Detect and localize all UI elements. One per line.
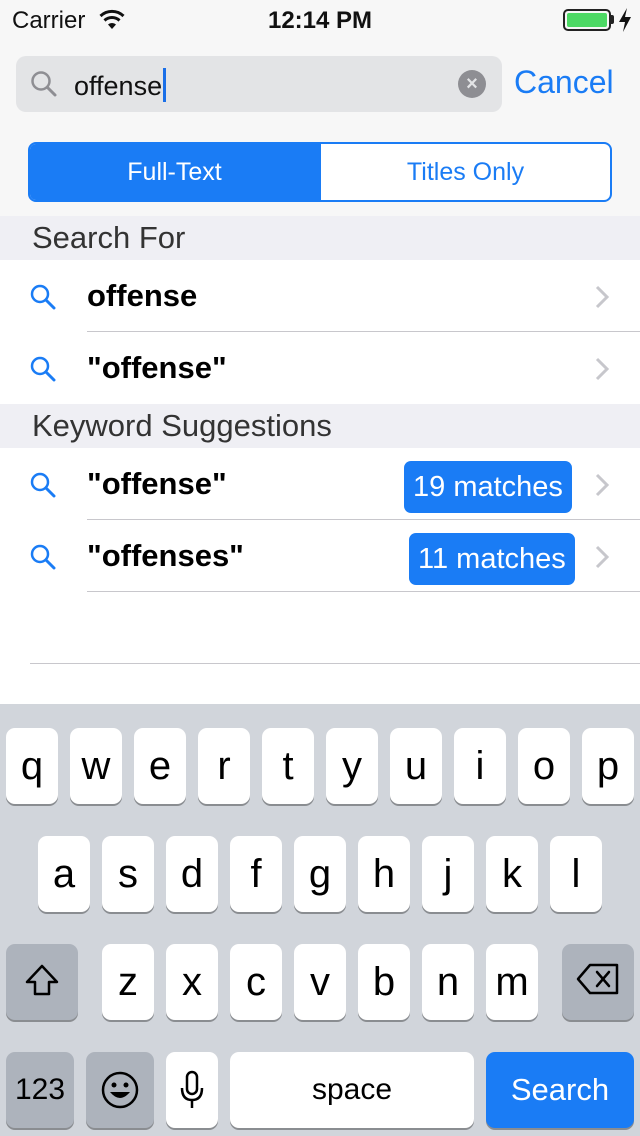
key-o[interactable]: o [518, 728, 570, 804]
list-item-label: "offense" [87, 350, 227, 385]
match-count-badge: 19 matches [404, 461, 572, 513]
clear-icon[interactable]: × [458, 70, 486, 98]
match-count-badge: 11 matches [409, 533, 575, 585]
key-x[interactable]: x [166, 944, 218, 1020]
key-h[interactable]: h [358, 836, 410, 912]
key-s[interactable]: s [102, 836, 154, 912]
search-field[interactable]: offense × [16, 56, 502, 112]
search-query: offense [74, 71, 163, 101]
emoji-key[interactable] [86, 1052, 154, 1128]
shift-key[interactable] [6, 944, 78, 1020]
search-icon [30, 70, 58, 103]
microphone-icon [180, 1070, 204, 1108]
segment-full-text[interactable]: Full-Text [30, 144, 321, 200]
search-mode-segmented-control: Full-Text Titles Only [28, 142, 612, 202]
list-item[interactable]: "offense" [0, 332, 640, 404]
key-q[interactable]: q [6, 728, 58, 804]
chevron-right-icon [594, 356, 610, 387]
status-bar: Carrier 12:14 PM [0, 0, 640, 40]
segment-titles-only[interactable]: Titles Only [321, 144, 610, 200]
backspace-key[interactable] [562, 944, 634, 1020]
list-item[interactable]: "offenses" 11 matches [0, 520, 640, 592]
backspace-icon [576, 963, 619, 995]
key-p[interactable]: p [582, 728, 634, 804]
search-for-list: offense "offense" [0, 260, 640, 404]
search-icon [30, 472, 56, 503]
numbers-key[interactable]: 123 [6, 1052, 74, 1128]
shift-icon [25, 964, 59, 996]
key-k[interactable]: k [486, 836, 538, 912]
key-f[interactable]: f [230, 836, 282, 912]
search-icon [30, 356, 56, 387]
key-c[interactable]: c [230, 944, 282, 1020]
key-m[interactable]: m [486, 944, 538, 1020]
chevron-right-icon [594, 472, 610, 503]
key-r[interactable]: r [198, 728, 250, 804]
list-item[interactable]: "offense" 19 matches [0, 448, 640, 520]
key-e[interactable]: e [134, 728, 186, 804]
list-item[interactable]: offense [0, 260, 640, 332]
keyboard: q w e r t y u i o p a s d f g h j k l z … [0, 704, 640, 1136]
chevron-right-icon [594, 284, 610, 315]
list-item-label: offense [87, 278, 198, 313]
key-b[interactable]: b [358, 944, 410, 1020]
row-divider [87, 591, 640, 592]
section-header-search-for: Search For [0, 216, 640, 260]
list-footer-space [0, 664, 640, 704]
list-item-label: "offenses" [87, 538, 244, 573]
battery-nub [611, 15, 614, 24]
search-input[interactable]: offense [74, 68, 167, 102]
search-key[interactable]: Search [486, 1052, 634, 1128]
clock: 12:14 PM [267, 7, 373, 34]
text-caret [163, 68, 167, 102]
search-icon [30, 284, 56, 315]
keyword-suggestions-list: "offense" 19 matches "offenses" 11 match… [0, 448, 640, 680]
battery-icon [563, 9, 611, 31]
section-header-keyword-suggestions: Keyword Suggestions [0, 404, 640, 448]
key-g[interactable]: g [294, 836, 346, 912]
key-t[interactable]: t [262, 728, 314, 804]
key-d[interactable]: d [166, 836, 218, 912]
cancel-button[interactable]: Cancel [514, 64, 614, 101]
key-z[interactable]: z [102, 944, 154, 1020]
key-l[interactable]: l [550, 836, 602, 912]
key-y[interactable]: y [326, 728, 378, 804]
dictation-key[interactable] [166, 1052, 218, 1128]
key-w[interactable]: w [70, 728, 122, 804]
space-key[interactable]: space [230, 1052, 474, 1128]
emoji-icon [101, 1071, 139, 1109]
list-item-label: "offense" [87, 466, 227, 501]
key-a[interactable]: a [38, 836, 90, 912]
key-i[interactable]: i [454, 728, 506, 804]
charging-bolt-icon [618, 8, 632, 37]
key-v[interactable]: v [294, 944, 346, 1020]
key-u[interactable]: u [390, 728, 442, 804]
search-icon [30, 544, 56, 575]
key-j[interactable]: j [422, 836, 474, 912]
chevron-right-icon [594, 544, 610, 575]
key-n[interactable]: n [422, 944, 474, 1020]
